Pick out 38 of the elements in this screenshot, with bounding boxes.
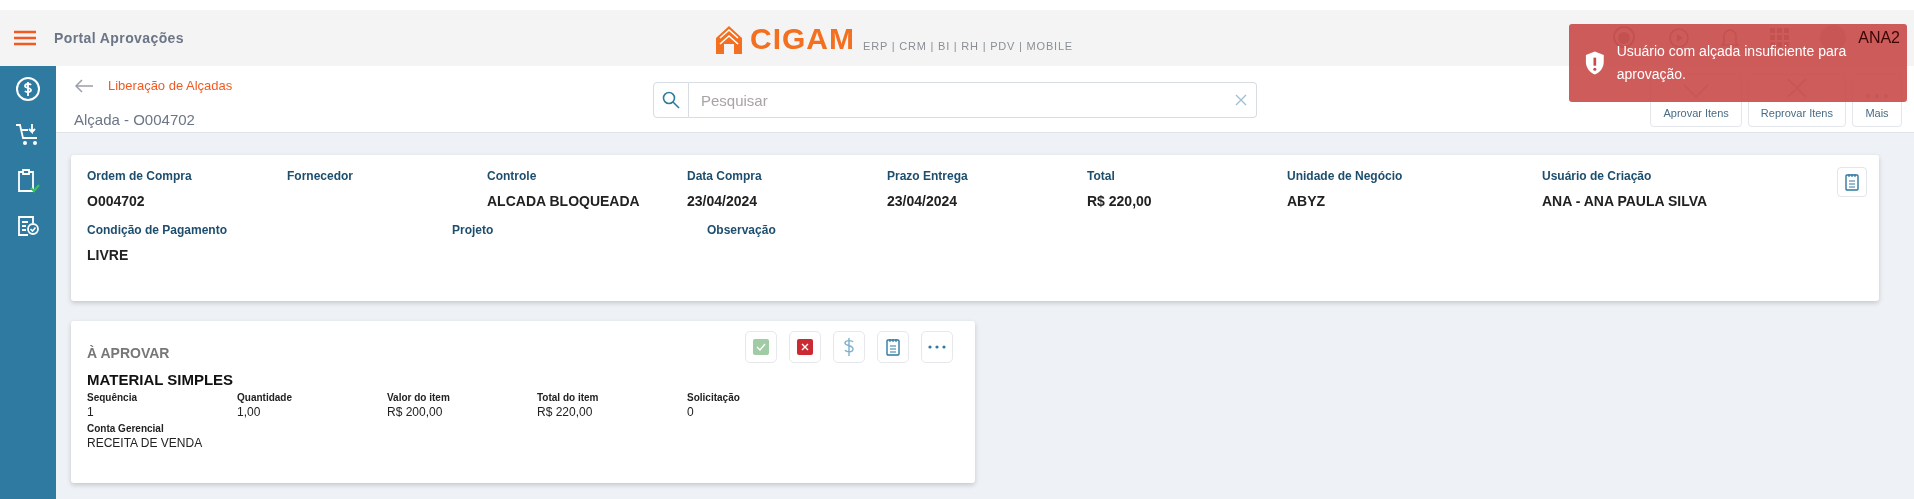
field-value: 23/04/2024 (687, 193, 758, 209)
field-label: Projeto (452, 223, 494, 237)
field-value: 23/04/2024 (887, 193, 958, 209)
field-label: Controle (487, 169, 537, 183)
brand-tagline: ERP | CRM | BI | RH | PDV | MOBILE (863, 40, 1073, 52)
field-value: ABYZ (1287, 193, 1326, 209)
field-value: R$ 220,00 (537, 405, 593, 419)
field-label: Conta Gerencial (87, 423, 164, 434)
field-label: Observação (707, 223, 776, 237)
field-label: Unidade de Negócio (1287, 169, 1403, 183)
field-label: Prazo Entrega (887, 169, 968, 183)
field-value: ANA - ANA PAULA SILVA (1542, 193, 1708, 209)
field-label: Fornecedor (287, 169, 353, 183)
page-title: Alçada - O004702 (74, 111, 195, 128)
field-value: 1 (87, 405, 94, 419)
field-value: R$ 220,00 (1087, 193, 1152, 209)
field-value: O004702 (87, 193, 145, 209)
field-label: Total (1087, 169, 1115, 183)
field-value: RECEITA DE VENDA (87, 436, 203, 450)
item-name: MATERIAL SIMPLES (87, 371, 234, 388)
field-label: Usuário de Criação (1542, 169, 1652, 183)
field-label: Condição de Pagamento (87, 223, 228, 237)
toast-message: Usuário com alçada insuficiente para aprovação. (1616, 42, 1848, 84)
field-value: 1,00 (237, 405, 261, 419)
field-value: LIVRE (87, 247, 129, 263)
field-label: Solicitação (687, 392, 740, 403)
app-title: Portal Aprovações (54, 30, 184, 46)
field-label: Sequência (87, 392, 138, 403)
item-status: À APROVAR (87, 345, 170, 361)
field-label: Valor do item (387, 392, 450, 403)
brand-name: CIGAM (750, 24, 855, 54)
field-label: Ordem de Compra (87, 169, 192, 183)
field-label: Data Compra (687, 169, 762, 183)
field-value: R$ 200,00 (387, 405, 443, 419)
field-value: 0 (687, 405, 694, 419)
field-value: ALCADA BLOQUEADA (487, 193, 640, 209)
field-label: Total do item (537, 392, 599, 403)
field-label: Quantidade (237, 392, 292, 403)
